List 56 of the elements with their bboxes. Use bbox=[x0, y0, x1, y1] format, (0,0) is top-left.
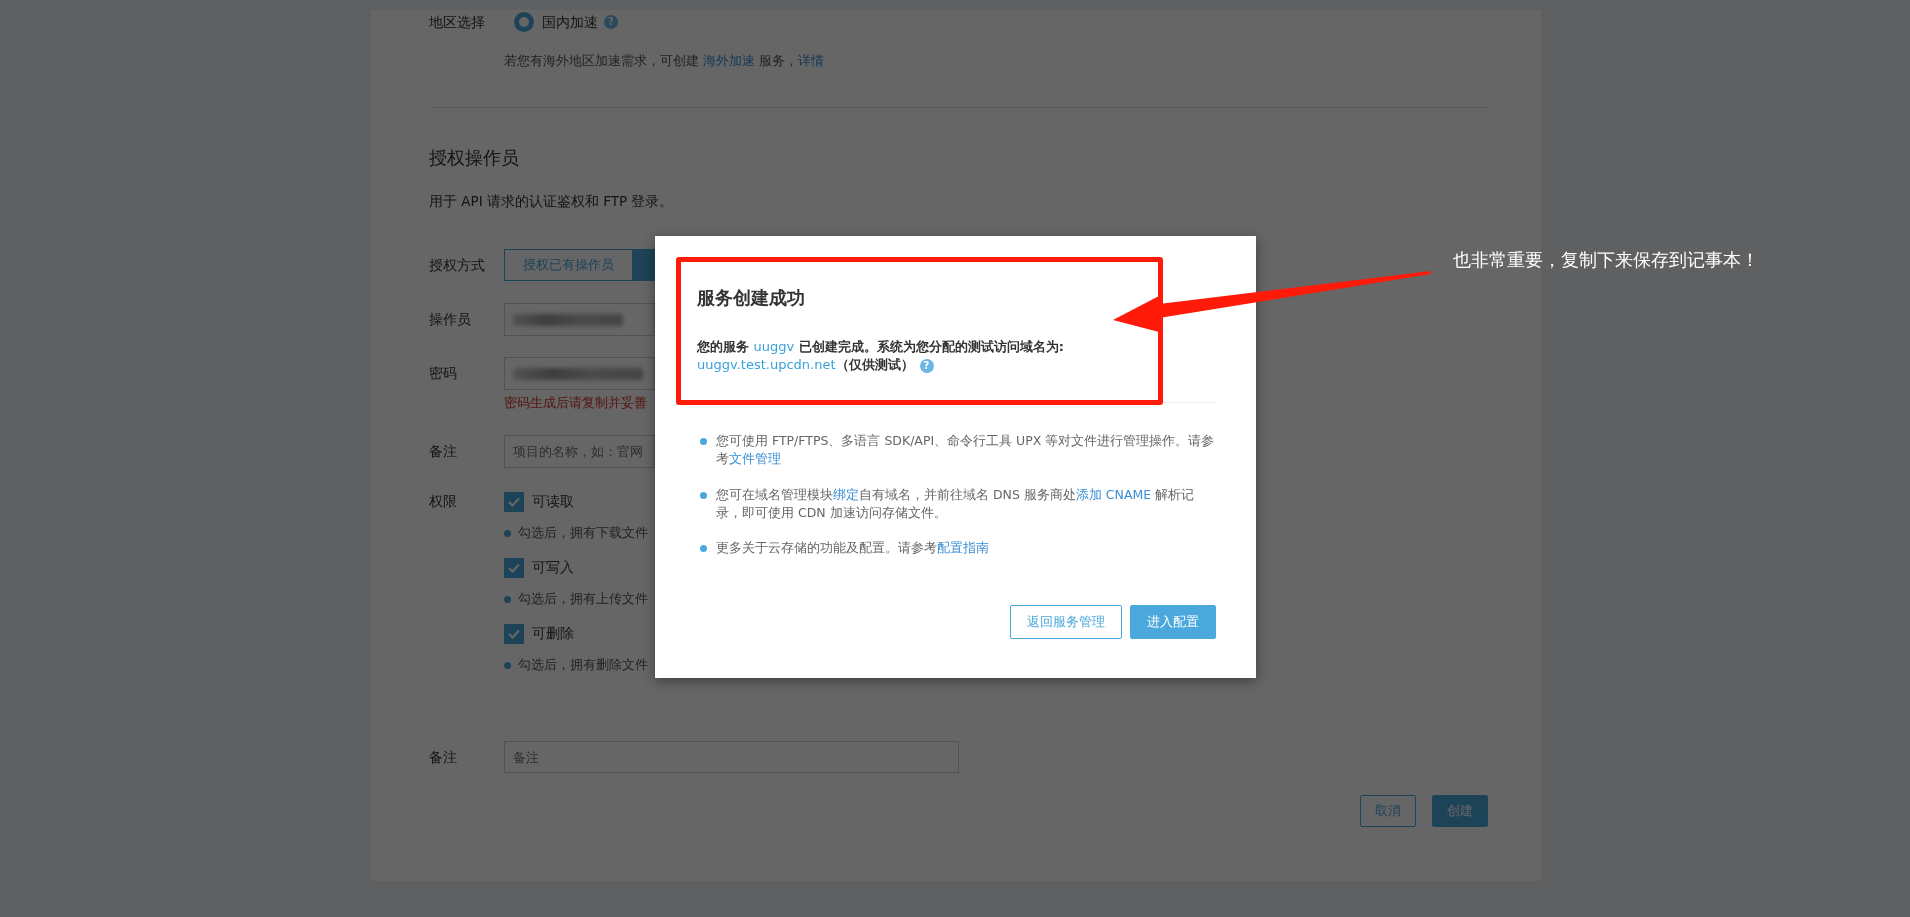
field-label: 备注 bbox=[429, 747, 458, 767]
toggle-segment[interactable]: 授权已有操作员 bbox=[504, 249, 633, 281]
field-label: 授权方式 bbox=[429, 255, 486, 275]
option-label: 国内加速 bbox=[542, 12, 598, 32]
checkbox-label: 可删除 bbox=[532, 624, 574, 643]
field-label: 地区选择 bbox=[429, 12, 486, 32]
link[interactable]: 添加 CNAME bbox=[1075, 487, 1152, 502]
hint-text: 若您有海外地区加速需求，可创建 海外加速 服务，详情 bbox=[504, 52, 826, 70]
dialog-title: 服务创建成功 bbox=[697, 286, 806, 310]
help-icon[interactable]: ? bbox=[604, 15, 618, 29]
checkbox[interactable] bbox=[504, 623, 524, 644]
hint-text: 勾选后，拥有下载文件 bbox=[518, 524, 648, 542]
field-label: 密码 bbox=[429, 364, 458, 383]
tip-text: 更多关于云存储的功能及配置。请参考配置指南 bbox=[716, 539, 989, 557]
link[interactable]: uuggv bbox=[753, 339, 795, 354]
hint-text: 勾选后，拥有删除文件 bbox=[518, 656, 648, 674]
hint-text: 勾选后，拥有上传文件 bbox=[518, 590, 648, 608]
input-field[interactable] bbox=[504, 357, 655, 390]
bullet-icon bbox=[504, 595, 511, 603]
toggle-segment[interactable] bbox=[633, 249, 655, 281]
checkmark-icon bbox=[508, 496, 520, 507]
back-button[interactable]: 返回服务管理 bbox=[1010, 605, 1122, 639]
cancel-button[interactable]: 取消 bbox=[1360, 795, 1416, 827]
field-label: 操作员 bbox=[429, 310, 472, 329]
link[interactable]: 配置指南 bbox=[937, 540, 989, 555]
bullet-icon bbox=[700, 545, 707, 552]
configure-button[interactable]: 进入配置 bbox=[1130, 605, 1216, 639]
input-field[interactable] bbox=[504, 303, 655, 336]
message-text: 您的服务 uuggv 已创建完成。系统为您分配的测试访问域名为: bbox=[697, 338, 1065, 356]
link[interactable]: 文件管理 bbox=[729, 451, 781, 466]
bullet-icon bbox=[700, 438, 707, 445]
bullet-icon bbox=[700, 492, 707, 499]
link[interactable]: 详情 bbox=[798, 53, 825, 68]
help-icon[interactable]: ? bbox=[919, 358, 934, 373]
checkmark-icon bbox=[508, 562, 520, 573]
link[interactable]: 海外加速 bbox=[703, 53, 756, 68]
tip-text: 您可使用 FTP/FTPS、多语言 SDK/API、命令行工具 UPX 等对文件进行管理操作。请参考文件管理 bbox=[716, 432, 1216, 468]
checkbox-label: 可写入 bbox=[532, 558, 574, 577]
callout-text: 也非常重要，复制下来保存到记事本！ bbox=[1453, 248, 1759, 272]
section-description: 用于 API 请求的认证鉴权和 FTP 登录。 bbox=[429, 192, 675, 211]
link[interactable]: 绑定 bbox=[833, 487, 859, 502]
message-text: uuggv.test.upcdn.net（仅供测试） ? bbox=[697, 356, 1216, 374]
checkbox[interactable] bbox=[504, 491, 524, 512]
checkbox-label: 可读取 bbox=[532, 492, 574, 511]
tip-text: 您可在域名管理模块绑定自有域名，并前往域名 DNS 服务商处添加 CNAME 解析记录，即可使用 CDN 加速访问存储文件。 bbox=[716, 486, 1196, 522]
checkbox[interactable] bbox=[504, 557, 524, 578]
warning-text: 密码生成后请复制并妥善 bbox=[503, 394, 648, 412]
section-title: 授权操作员 bbox=[429, 146, 520, 170]
bullet-icon bbox=[504, 661, 511, 669]
checkmark-icon bbox=[508, 628, 520, 639]
radio-button[interactable] bbox=[514, 12, 534, 32]
field-label: 权限 bbox=[429, 492, 458, 511]
field-label: 备注 bbox=[429, 442, 458, 461]
create-button[interactable]: 创建 bbox=[1432, 795, 1488, 827]
bullet-icon bbox=[504, 529, 511, 537]
link[interactable]: uuggv.test.upcdn.net bbox=[697, 357, 836, 372]
